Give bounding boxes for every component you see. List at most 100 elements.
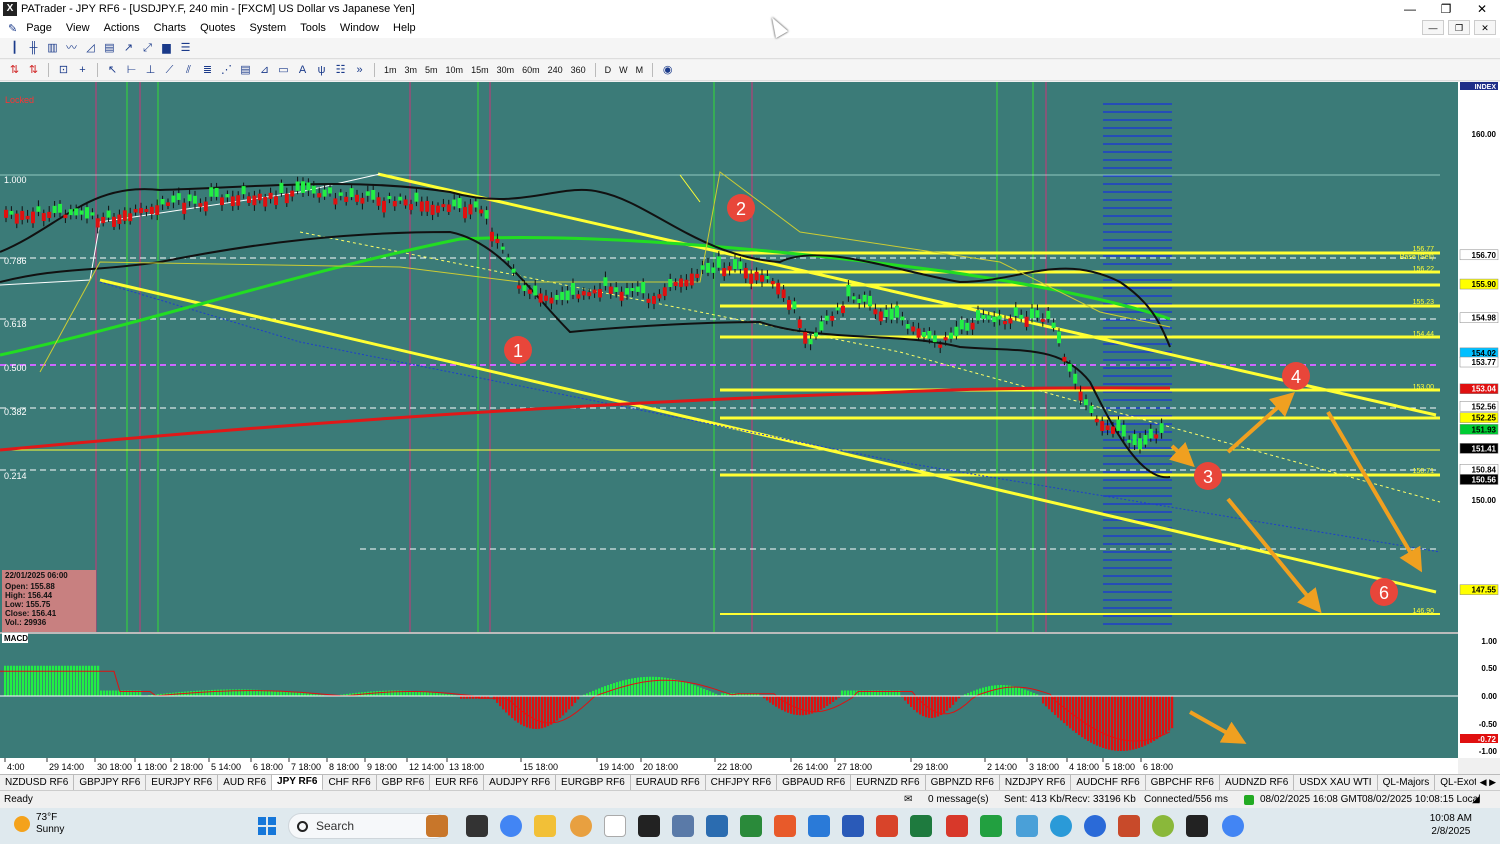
- notepad-icon[interactable]: [706, 815, 728, 837]
- symbol-tab[interactable]: GBPCHF RF6: [1146, 775, 1220, 790]
- bar-chart-icon[interactable]: ┃: [6, 40, 23, 56]
- zoom-icon[interactable]: [1084, 815, 1106, 837]
- symbol-tab[interactable]: EURGBP RF6: [556, 775, 631, 790]
- zoom-chart-icon[interactable]: ⤢: [139, 40, 156, 56]
- ohlc-chart-icon[interactable]: ╫: [25, 40, 42, 56]
- app-icon-1[interactable]: [570, 815, 592, 837]
- timeframe-60m[interactable]: 60m: [519, 62, 543, 78]
- windows-start-icon[interactable]: [258, 817, 276, 835]
- mdi-minimize-button[interactable]: —: [1422, 20, 1444, 35]
- horizontal-line-icon[interactable]: ⊢: [123, 62, 140, 78]
- symbol-tab[interactable]: AUDCHF RF6: [1071, 775, 1146, 790]
- timeframe-3m[interactable]: 3m: [402, 62, 421, 78]
- resize-grip-icon[interactable]: ◢: [1472, 794, 1480, 805]
- menu-charts[interactable]: Charts: [147, 22, 193, 34]
- volume-icon[interactable]: ▆: [158, 40, 175, 56]
- chart-zoom-icon[interactable]: ⊡: [55, 62, 72, 78]
- symbol-tab[interactable]: NZDUSD RF6: [0, 775, 75, 790]
- media-player-icon[interactable]: [1186, 815, 1208, 837]
- menu-window[interactable]: Window: [333, 22, 386, 34]
- period-daily[interactable]: D: [602, 62, 615, 78]
- menu-tools[interactable]: Tools: [293, 22, 333, 34]
- sell-arrow-icon[interactable]: ⇅: [25, 62, 42, 78]
- mdi-close-button[interactable]: ✕: [1474, 20, 1496, 35]
- rectangle-icon[interactable]: ▭: [275, 62, 292, 78]
- pitchfork-icon[interactable]: ψ: [313, 62, 330, 78]
- timeframe-360[interactable]: 360: [568, 62, 589, 78]
- indicator-icon[interactable]: ☰: [177, 40, 194, 56]
- symbol-tab[interactable]: NZDJPY RF6: [1000, 775, 1072, 790]
- maximize-button[interactable]: ❐: [1428, 0, 1464, 18]
- photos-icon[interactable]: [1016, 815, 1038, 837]
- terminal-icon[interactable]: [638, 815, 660, 837]
- gann-icon[interactable]: ⊿: [256, 62, 273, 78]
- fib-retracement-icon[interactable]: ≣: [199, 62, 216, 78]
- menu-actions[interactable]: Actions: [97, 22, 147, 34]
- timeframe-5m[interactable]: 5m: [422, 62, 441, 78]
- app-icon-c-red[interactable]: [946, 815, 968, 837]
- symbol-tab[interactable]: CHFJPY RF6: [706, 775, 778, 790]
- symbol-tab[interactable]: USDX XAU WTI: [1294, 775, 1378, 790]
- timeframe-15m[interactable]: 15m: [468, 62, 492, 78]
- period-monthly[interactable]: M: [633, 62, 647, 78]
- excel-icon[interactable]: [910, 815, 932, 837]
- trend-icon[interactable]: ↗: [120, 40, 137, 56]
- weather-widget[interactable]: 73°F Sunny: [14, 812, 64, 836]
- powerpoint-icon[interactable]: [876, 815, 898, 837]
- symbol-tab[interactable]: EURAUD RF6: [631, 775, 706, 790]
- app-icon-s-blue[interactable]: [808, 815, 830, 837]
- price-panel[interactable]: [0, 82, 1458, 632]
- channel-icon[interactable]: ⫽: [180, 62, 197, 78]
- text-tool-icon[interactable]: A: [294, 62, 311, 78]
- symbol-tab[interactable]: JPY RF6: [272, 775, 324, 790]
- symbol-tab[interactable]: EUR RF6: [430, 775, 485, 790]
- briefcase-icon[interactable]: [426, 815, 448, 837]
- pointer-icon[interactable]: ↖: [104, 62, 121, 78]
- levels-icon[interactable]: ☷: [332, 62, 349, 78]
- more-tools-icon[interactable]: »: [351, 62, 368, 78]
- symbol-tab[interactable]: EURNZD RF6: [851, 775, 926, 790]
- page-menu-icon[interactable]: ✎: [0, 22, 19, 35]
- menu-page[interactable]: Page: [19, 22, 59, 34]
- menu-view[interactable]: View: [59, 22, 97, 34]
- timeframe-10m[interactable]: 10m: [443, 62, 467, 78]
- symbol-tab[interactable]: EURJPY RF6: [146, 775, 219, 790]
- period-weekly[interactable]: W: [616, 62, 631, 78]
- price-chart[interactable]: 1 2 3 4 6 Locked 1.000 0.786 0.618 0.500…: [0, 82, 1500, 774]
- symbol-tab[interactable]: AUDNZD RF6: [1220, 775, 1295, 790]
- toolbox-icon[interactable]: [1118, 815, 1140, 837]
- chrome-icon[interactable]: [500, 815, 522, 837]
- buy-arrow-icon[interactable]: ⇅: [6, 62, 23, 78]
- timeframe-240[interactable]: 240: [545, 62, 566, 78]
- chrome-icon-2[interactable]: [1222, 815, 1244, 837]
- fib-fan-icon[interactable]: ⋰: [218, 62, 235, 78]
- symbol-tab[interactable]: GBPNZD RF6: [926, 775, 1000, 790]
- app-icon-w[interactable]: [1152, 815, 1174, 837]
- symbol-tab[interactable]: CHF RF6: [323, 775, 377, 790]
- trendline-icon[interactable]: ⟋: [161, 62, 178, 78]
- file-explorer-icon[interactable]: [534, 815, 556, 837]
- clock[interactable]: 10:08 AM 2/8/2025: [1430, 812, 1472, 838]
- word-icon[interactable]: [842, 815, 864, 837]
- symbol-tab[interactable]: GBPAUD RF6: [777, 775, 852, 790]
- menu-quotes[interactable]: Quotes: [193, 22, 242, 34]
- menu-help[interactable]: Help: [386, 22, 423, 34]
- stock-app-icon[interactable]: [740, 815, 762, 837]
- timeframe-30m[interactable]: 30m: [494, 62, 518, 78]
- symbol-tab[interactable]: QL-Majors: [1378, 775, 1436, 790]
- symbol-tab[interactable]: GBPJPY RF6: [74, 775, 147, 790]
- patrader-taskbar-icon[interactable]: [604, 815, 626, 837]
- telegram-icon[interactable]: [1050, 815, 1072, 837]
- app-icon-c-green[interactable]: [980, 815, 1002, 837]
- task-view-icon[interactable]: [466, 815, 488, 837]
- taskbar-search[interactable]: Search: [288, 813, 448, 839]
- app-icon-s-red[interactable]: [774, 815, 796, 837]
- mail-icon[interactable]: ✉: [904, 794, 912, 805]
- mdi-restore-button[interactable]: ❐: [1448, 20, 1470, 35]
- close-button[interactable]: ✕: [1464, 0, 1500, 18]
- candle-chart-icon[interactable]: ▥: [44, 40, 61, 56]
- minimize-button[interactable]: —: [1392, 0, 1428, 18]
- fib-extension-icon[interactable]: ▤: [237, 62, 254, 78]
- symbol-tab[interactable]: AUD RF6: [218, 775, 273, 790]
- vertical-line-icon[interactable]: ⊥: [142, 62, 159, 78]
